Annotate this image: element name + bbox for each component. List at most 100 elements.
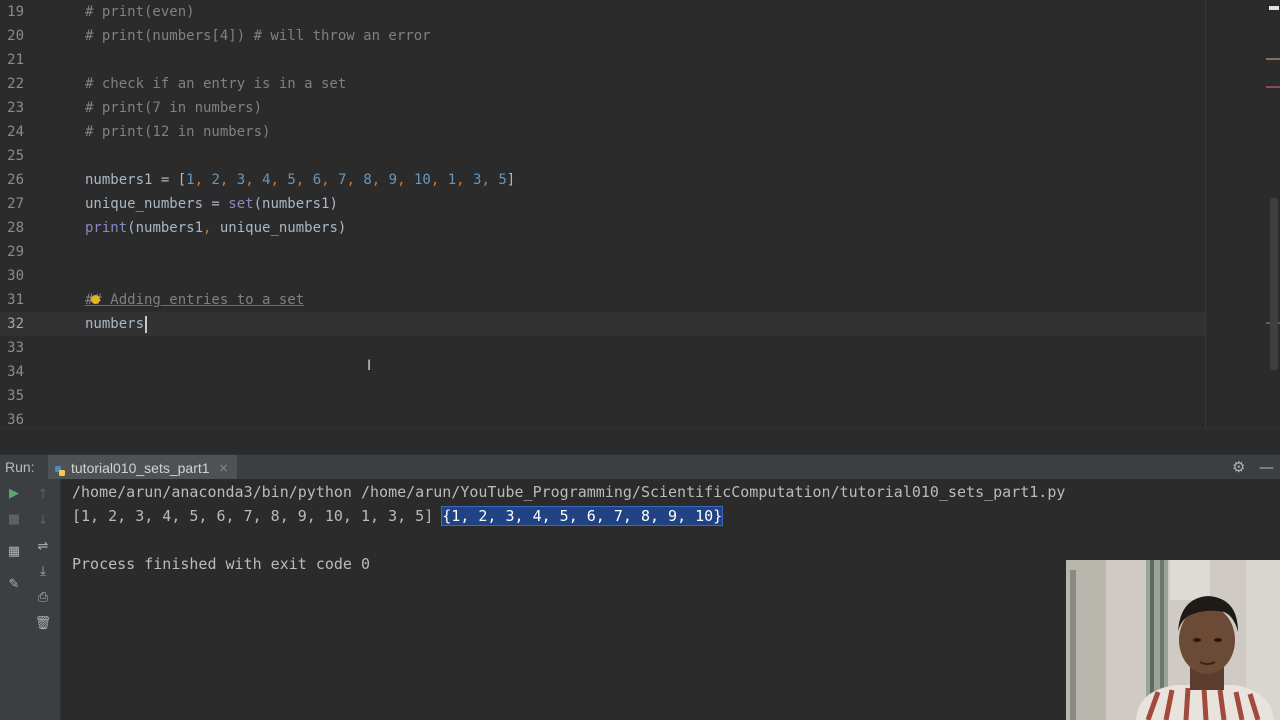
line-number: 35 — [7, 388, 24, 404]
code-line[interactable]: 33 — [0, 336, 1205, 360]
right-margin-guide — [1205, 0, 1206, 428]
code-text: numbers1 = [1, 2, 3, 4, 5, 6, 7, 8, 9, 1… — [85, 172, 516, 188]
code-token: , — [194, 172, 204, 188]
soft-wrap-icon[interactable]: ⇌ — [34, 539, 52, 555]
code-token: , — [270, 172, 279, 188]
code-token: , — [219, 172, 229, 188]
code-line[interactable]: 30 — [0, 264, 1205, 288]
run-tab-tutorial010[interactable]: tutorial010_sets_part1 × — [48, 455, 237, 480]
line-number: 36 — [7, 412, 24, 428]
line-number: 28 — [7, 220, 24, 236]
code-line[interactable]: 24 # print(12 in numbers) — [0, 120, 1205, 144]
panel-divider[interactable] — [0, 428, 1280, 455]
rerun-icon[interactable]: ▶ — [5, 486, 23, 502]
up-arrow-icon[interactable]: ↑ — [34, 487, 52, 503]
code-token: print — [85, 220, 128, 236]
line-number: 34 — [7, 364, 24, 380]
code-token: , — [321, 172, 330, 188]
layout-icon[interactable]: ▦ — [5, 544, 23, 560]
trash-icon[interactable]: 🗑 — [34, 616, 52, 632]
code-token: 8 — [363, 172, 372, 188]
mouse-ibeam-cursor: I — [367, 358, 372, 374]
print-icon[interactable]: ⎙ — [34, 590, 52, 606]
code-token: 5 — [498, 172, 507, 188]
code-token: 2 — [211, 172, 220, 188]
line-number: 33 — [7, 340, 24, 356]
close-icon[interactable]: × — [219, 461, 229, 475]
python-file-icon — [54, 462, 66, 476]
line-number: 31 — [7, 292, 24, 308]
minimize-icon[interactable]: — — [1259, 458, 1274, 476]
code-token: , — [481, 172, 490, 188]
output-set-selected[interactable]: {1, 2, 3, 4, 5, 6, 7, 8, 9, 10} — [441, 506, 724, 526]
error-stripe-mark[interactable] — [1266, 86, 1280, 88]
code-line[interactable]: 35 — [0, 384, 1205, 408]
code-text: # check if an entry is in a set — [85, 76, 347, 92]
code-token: 5 — [287, 172, 296, 188]
run-label: Run: — [5, 459, 35, 475]
code-token: , — [203, 220, 212, 236]
code-token: 6 — [312, 172, 322, 188]
line-number: 21 — [7, 52, 24, 68]
code-line[interactable]: 31 ## Adding entries to a set — [0, 288, 1205, 312]
code-text: print(numbers1, unique_numbers) — [85, 220, 347, 236]
code-token: , — [371, 172, 381, 188]
text-caret — [145, 315, 148, 333]
code-line[interactable]: 26 numbers1 = [1, 2, 3, 4, 5, 6, 7, 8, 9… — [0, 168, 1205, 192]
console-exit-line: Process finished with exit code 0 — [72, 555, 371, 573]
console-command-line: /home/arun/anaconda3/bin/python /home/ar… — [72, 483, 1066, 501]
code-editor[interactable]: 19 # print(even) 20 # print(numbers[4]) … — [0, 0, 1280, 428]
code-text: ## Adding entries to a set — [85, 292, 305, 308]
code-token: numbers — [85, 316, 145, 332]
code-line[interactable]: 20 # print(numbers[4]) # will throw an e… — [0, 24, 1205, 48]
webcam-overlay — [1066, 560, 1280, 720]
code-line[interactable]: 23 # print(7 in numbers) — [0, 96, 1205, 120]
error-stripe-mark[interactable] — [1266, 58, 1280, 60]
line-number: 30 — [7, 268, 24, 284]
code-token: , — [430, 172, 440, 188]
line-number: 24 — [7, 124, 24, 140]
code-line[interactable]: 29 — [0, 240, 1205, 264]
code-token: , — [397, 172, 406, 188]
code-text: # print(numbers[4]) # will throw an erro… — [85, 28, 431, 44]
code-token: , — [456, 172, 465, 188]
code-token: 3 — [236, 172, 246, 188]
lightbulb-icon[interactable] — [91, 295, 100, 304]
down-arrow-icon[interactable]: ↓ — [34, 513, 52, 529]
code-token: 4 — [262, 172, 271, 188]
code-token: , — [346, 172, 355, 188]
line-number: 20 — [7, 28, 24, 44]
stop-icon[interactable]: ■ — [5, 512, 23, 528]
code-text: unique_numbers = set(numbers1) — [85, 196, 338, 212]
code-token: 1 — [447, 172, 457, 188]
run-tab-label: tutorial010_sets_part1 — [71, 459, 210, 476]
line-number: 23 — [7, 100, 24, 116]
code-line[interactable]: 27 unique_numbers = set(numbers1) — [0, 192, 1205, 216]
inspection-status-icon[interactable] — [1269, 6, 1279, 10]
code-token: , — [295, 172, 305, 188]
line-number: 29 — [7, 244, 24, 260]
code-token: , — [245, 172, 254, 188]
line-number: 26 — [7, 172, 24, 188]
console-output-line: [1, 2, 3, 4, 5, 6, 7, 8, 9, 10, 1, 3, 5]… — [72, 506, 724, 526]
scroll-to-end-icon[interactable]: ⤓ — [34, 564, 52, 580]
code-line[interactable]: 19 # print(even) — [0, 0, 1205, 24]
code-line-current[interactable]: 32 numbers — [0, 312, 1205, 336]
line-number: 32 — [7, 316, 24, 332]
gear-icon[interactable]: ⚙ — [1232, 458, 1245, 476]
code-text: # print(even) — [85, 4, 195, 20]
code-token: 10 — [413, 172, 431, 188]
code-line[interactable]: 28 print(numbers1, unique_numbers) — [0, 216, 1205, 240]
code-line[interactable]: 21 — [0, 48, 1205, 72]
code-line[interactable]: 25 — [0, 144, 1205, 168]
code-line[interactable]: 22 # check if an entry is in a set — [0, 72, 1205, 96]
code-token: 1 — [186, 172, 195, 188]
pin-icon[interactable]: ✎ — [5, 577, 23, 593]
webcam-image — [1066, 560, 1280, 720]
code-line[interactable]: 34 — [0, 360, 1205, 384]
code-text: # print(12 in numbers) — [85, 124, 271, 140]
code-token: 9 — [388, 172, 398, 188]
code-line[interactable]: 36 — [0, 408, 1205, 428]
line-number: 25 — [7, 148, 24, 164]
editor-scroll-thumb[interactable] — [1270, 198, 1278, 370]
